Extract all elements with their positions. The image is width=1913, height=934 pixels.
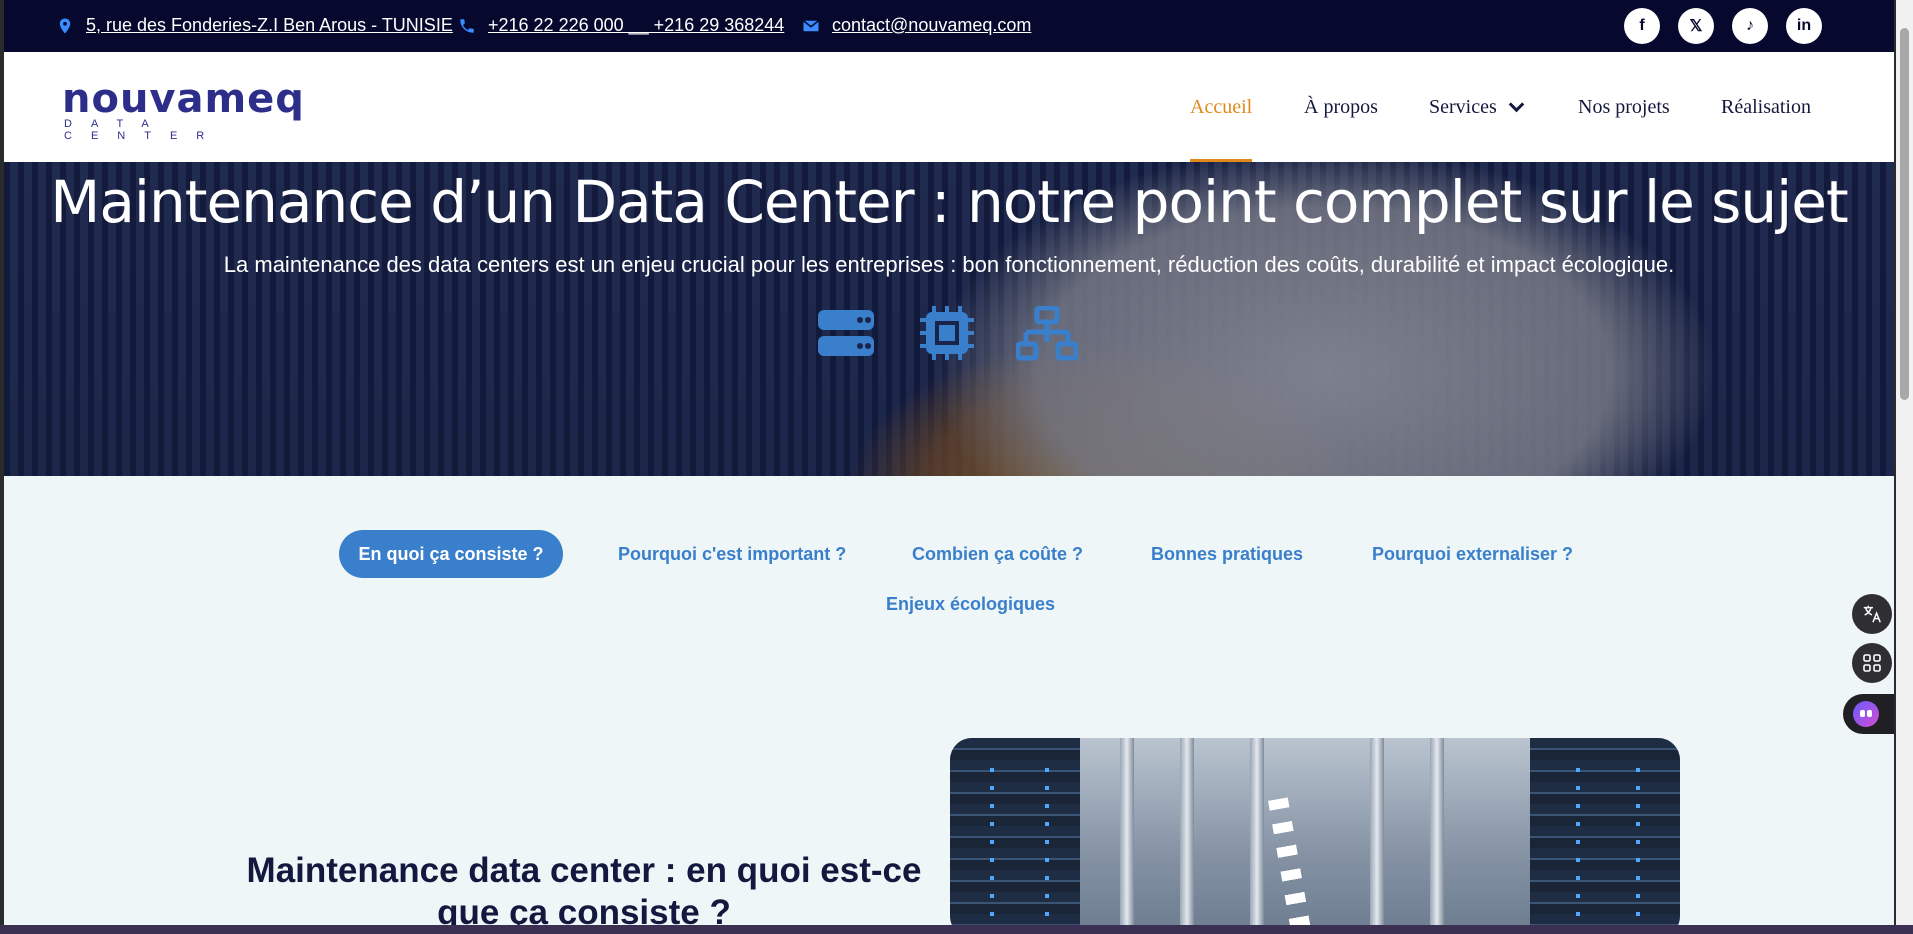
map-pin-icon bbox=[59, 18, 71, 33]
tab-ecology[interactable]: Enjeux écologiques bbox=[858, 580, 1083, 628]
page-scrollbar[interactable] bbox=[1896, 0, 1913, 925]
assistant-face-icon bbox=[1853, 701, 1879, 727]
linkedin-icon[interactable]: in bbox=[1786, 8, 1822, 44]
section-title: Maintenance data center : en quoi est-ce… bbox=[246, 851, 922, 925]
hero-title: Maintenance d’un Data Center : notre poi… bbox=[50, 168, 1848, 236]
phone-item[interactable]: +216 22 226 000 __ +216 29 368244 bbox=[458, 15, 784, 36]
tab-what-it-is[interactable]: En quoi ça consiste ? bbox=[339, 530, 563, 578]
nav-services-label: Services bbox=[1429, 95, 1497, 118]
email-link[interactable]: contact@nouvameq.com bbox=[832, 15, 1031, 36]
server-icon bbox=[818, 310, 874, 356]
main-header: nouvameq DATA CENTER Accueil À propos Se… bbox=[4, 52, 1894, 162]
tab-cost[interactable]: Combien ça coûte ? bbox=[884, 530, 1111, 578]
hero-subtitle: La maintenance des data centers est un e… bbox=[223, 252, 1675, 277]
datacenter-photo bbox=[950, 738, 1680, 925]
logo-wordmark: nouvameq bbox=[62, 76, 305, 122]
nav-services[interactable]: Services bbox=[1429, 52, 1525, 162]
site-logo[interactable]: nouvameq DATA CENTER bbox=[62, 76, 312, 142]
tiktok-icon[interactable]: ♪ bbox=[1732, 8, 1768, 44]
nav-projects[interactable]: Nos projets bbox=[1578, 52, 1670, 162]
hero-banner: Maintenance d’un Data Center : notre poi… bbox=[4, 162, 1894, 476]
nav-home[interactable]: Accueil bbox=[1190, 52, 1253, 162]
phone-link[interactable]: +216 22 226 000 __ +216 29 368244 bbox=[488, 15, 784, 36]
facebook-icon[interactable]: f bbox=[1624, 8, 1660, 44]
tab-why-important[interactable]: Pourquoi c'est important ? bbox=[590, 530, 874, 578]
tab-outsourcing[interactable]: Pourquoi externaliser ? bbox=[1344, 530, 1601, 578]
scrollbar-thumb[interactable] bbox=[1900, 28, 1909, 400]
email-item[interactable]: contact@nouvameq.com bbox=[802, 15, 1031, 36]
translate-icon[interactable] bbox=[1852, 594, 1892, 634]
top-contact-bar: 5, rue des Fonderies-Z.I Ben Arous - TUN… bbox=[4, 0, 1894, 52]
chevron-down-icon bbox=[1508, 96, 1525, 112]
apps-grid-icon[interactable] bbox=[1852, 643, 1892, 683]
address-link[interactable]: 5, rue des Fonderies-Z.I Ben Arous - TUN… bbox=[86, 15, 453, 36]
ai-assistant-button[interactable] bbox=[1843, 694, 1894, 734]
chip-icon bbox=[920, 306, 974, 360]
twitter-icon[interactable]: 𝕏 bbox=[1678, 8, 1714, 44]
tab-best-practices[interactable]: Bonnes pratiques bbox=[1123, 530, 1331, 578]
nav-about[interactable]: À propos bbox=[1304, 52, 1378, 162]
page: 5, rue des Fonderies-Z.I Ben Arous - TUN… bbox=[4, 0, 1894, 925]
network-icon bbox=[1016, 306, 1078, 361]
address-item[interactable]: 5, rue des Fonderies-Z.I Ben Arous - TUN… bbox=[56, 15, 453, 36]
envelope-icon bbox=[803, 19, 819, 31]
nav-realisation[interactable]: Réalisation bbox=[1721, 52, 1811, 162]
phone-icon bbox=[460, 18, 474, 33]
window-bottom-edge bbox=[0, 925, 1913, 934]
